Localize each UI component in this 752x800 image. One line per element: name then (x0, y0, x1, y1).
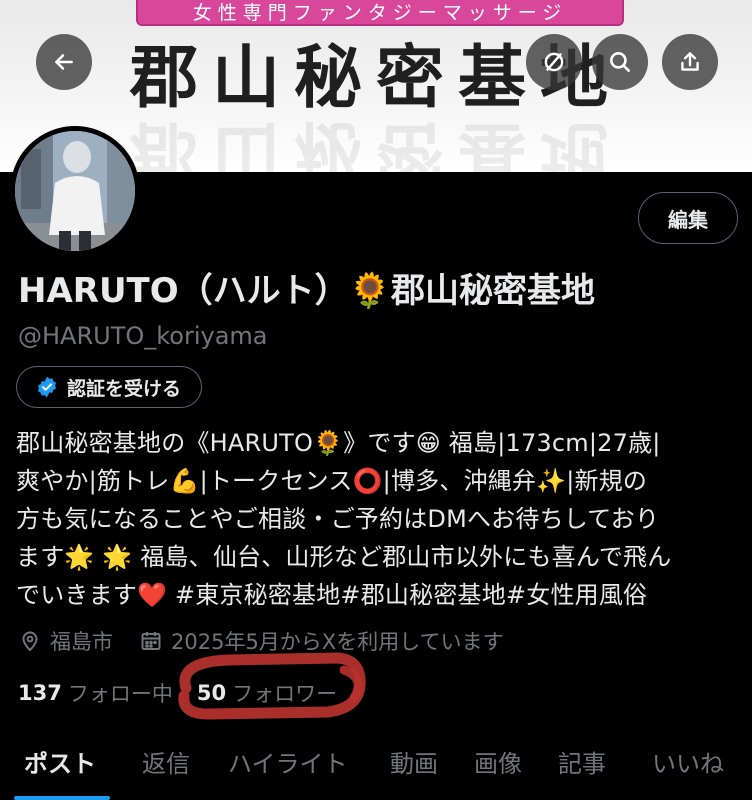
profile-meta: 福島市 2025年5月からXを利用しています (18, 624, 530, 658)
bio-line: 方も気になることやご相談・ご予約はDMへお待ちしており (16, 505, 660, 533)
mute-button[interactable] (526, 34, 582, 90)
mute-circle-icon (544, 52, 564, 72)
following-link[interactable]: 137 フォロー中 (18, 678, 173, 708)
share-icon (681, 52, 699, 71)
follow-stats: 137 フォロー中 50 フォロワー (18, 676, 361, 710)
tab-images[interactable]: 画像 (474, 744, 522, 779)
location-pin-icon (22, 631, 38, 652)
profile-tabs: ポスト 返信 ハイライト 動画 画像 記事 いいね (0, 734, 752, 800)
verified-badge-icon (38, 376, 56, 398)
share-button[interactable] (662, 34, 718, 90)
following-count: 137 (18, 681, 62, 705)
search-icon (610, 52, 630, 72)
location: 福島市 (18, 626, 113, 656)
avatar-photo (15, 131, 135, 251)
join-date: 2025年5月からXを利用しています (139, 626, 504, 656)
profile-avatar[interactable] (10, 126, 140, 256)
display-name-part2: 郡山秘密基地 (391, 271, 595, 311)
tab-likes[interactable]: いいね (652, 744, 724, 779)
profile-bio: 郡山秘密基地の《HARUTO🌻》です😁 福島|173cm|27歳| 爽やか|筋ト… (16, 424, 740, 614)
display-name: HARUTO（ハルト）🌻郡山秘密基地 (18, 268, 595, 314)
banner-tagline: 女性専門ファンタジーマッサージ (136, 0, 624, 26)
calendar-icon (141, 632, 161, 650)
user-handle: @HARUTO_koriyama (18, 322, 268, 350)
active-tab-indicator (14, 796, 110, 800)
get-verified-label: 認証を受ける (67, 377, 182, 400)
bio-line: 郡山秘密基地の《HARUTO🌻》です😁 福島|173cm|27歳| (16, 429, 661, 457)
join-date-text: 2025年5月からXを利用しています (171, 630, 504, 654)
location-text: 福島市 (50, 630, 113, 654)
followers-link[interactable]: 50 フォロワー (197, 678, 337, 708)
bio-line[interactable]: でいきます❤️ #東京秘密基地#郡山秘密基地#女性用風俗 (16, 576, 740, 614)
display-name-part1: HARUTO（ハルト） (18, 271, 349, 311)
tab-videos[interactable]: 動画 (390, 744, 438, 779)
get-verified-button[interactable]: 認証を受ける (16, 366, 203, 408)
bio-line: ます🌟 🌟 福島、仙台、山形など郡山市以外にも喜んで飛ん (16, 543, 672, 571)
banner-title-reflection: 郡山秘密基地 (129, 112, 622, 172)
tab-articles[interactable]: 記事 (558, 744, 606, 779)
tab-highlights[interactable]: ハイライト (228, 744, 348, 779)
tab-replies[interactable]: 返信 (142, 744, 190, 779)
arrow-left-icon (55, 54, 73, 70)
tab-posts[interactable]: ポスト (24, 744, 96, 779)
followers-count: 50 (196, 681, 227, 705)
edit-profile-button[interactable]: 編集 (638, 192, 738, 244)
bio-line: 爽やか|筋トレ💪|トークセンス⭕|博多、沖縄弁✨|新規の (16, 467, 648, 495)
followers-label: フォロワー (232, 682, 338, 706)
following-label: フォロー中 (67, 682, 173, 706)
back-button[interactable] (36, 34, 92, 90)
search-button[interactable] (592, 34, 648, 90)
sunflower-emoji: 🌻 (348, 271, 391, 311)
